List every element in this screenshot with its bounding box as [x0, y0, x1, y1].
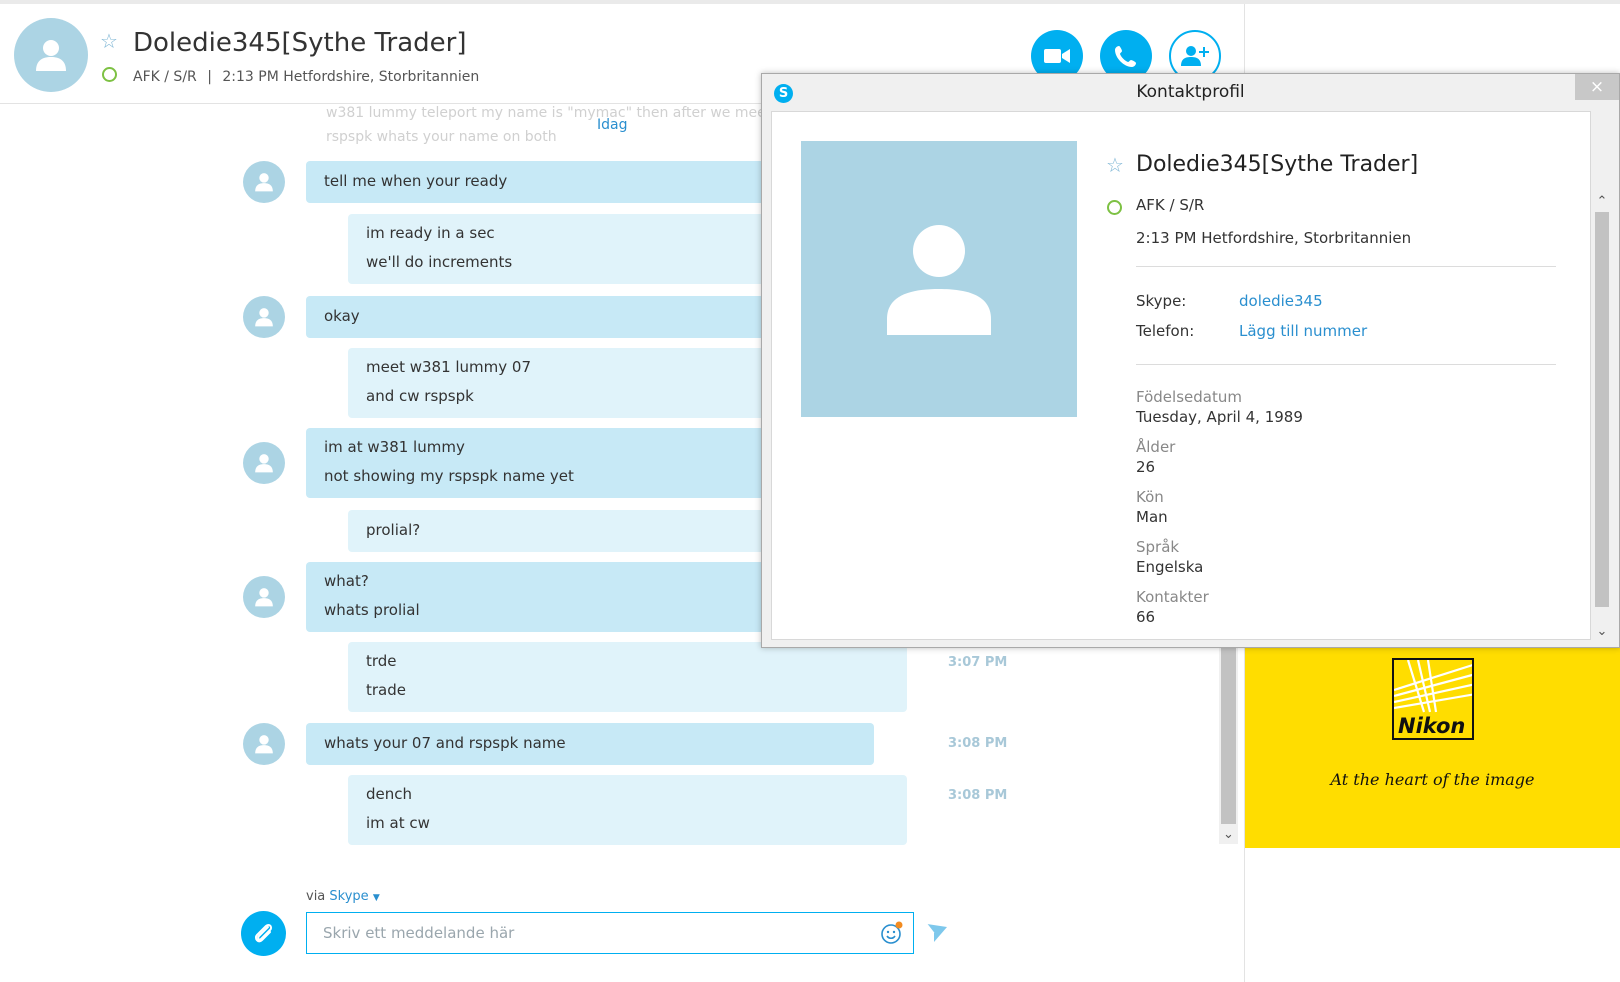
- skype-id-link[interactable]: doledie345: [1239, 292, 1323, 310]
- status-available-icon: [1107, 200, 1122, 215]
- person-icon: [887, 225, 991, 335]
- contact-profile-dialog: S Kontaktprofil × ☆ Doledie345[Sythe Tra…: [761, 73, 1620, 648]
- person-icon: [255, 735, 273, 754]
- via-label: via: [306, 889, 326, 904]
- message-text: im at cw: [366, 814, 430, 832]
- message-text: dench: [366, 785, 413, 803]
- scroll-down-icon[interactable]: ⌄: [1592, 622, 1612, 642]
- detail-value: Tuesday, April 4, 1989: [1136, 408, 1303, 426]
- person-icon: [255, 308, 273, 327]
- profile-scrollbar-thumb[interactable]: [1595, 212, 1609, 607]
- send-icon[interactable]: [926, 923, 948, 943]
- status-available-icon: [102, 67, 117, 82]
- incoming-message-bubble[interactable]: whats your 07 and rspspk name: [306, 723, 874, 765]
- profile-photo: [801, 141, 1077, 417]
- profile-name: Doledie345[Sythe Trader]: [1136, 152, 1419, 177]
- favorite-star-icon[interactable]: ☆: [1106, 155, 1124, 175]
- detail-label: Ålder: [1136, 438, 1176, 456]
- detail-value: 66: [1136, 608, 1156, 626]
- message-text: trade: [366, 681, 406, 699]
- profile-content: ☆ Doledie345[Sythe Trader] AFK / S/R 2:1…: [771, 111, 1591, 640]
- detail-label: Kön: [1136, 488, 1164, 506]
- message-text: whats your 07 and rspspk name: [324, 733, 566, 752]
- person-icon: [255, 173, 273, 192]
- via-service-selector[interactable]: via Skype ▼: [306, 889, 380, 904]
- divider: [1136, 266, 1556, 267]
- detail-label: Språk: [1136, 538, 1180, 556]
- message-text: okay: [324, 306, 360, 325]
- message-text: what?: [324, 572, 369, 590]
- person-icon: [255, 588, 273, 607]
- advertisement-banner[interactable]: Nikon At the heart of the image: [1245, 648, 1620, 848]
- phone-icon: [1115, 46, 1136, 67]
- ad-tagline: At the heart of the image: [1330, 770, 1535, 789]
- detail-value: Engelska: [1136, 558, 1204, 576]
- paperclip-icon: [254, 923, 272, 942]
- detail-value: 26: [1136, 458, 1156, 476]
- faded-message-line: w381 lummy teleport my name is "mymac" t…: [326, 105, 772, 121]
- date-divider: Idag: [597, 117, 628, 133]
- status-text: AFK / S/R: [133, 69, 197, 85]
- divider: [1136, 364, 1556, 365]
- outgoing-message-bubble[interactable]: dench im at cw: [348, 775, 907, 845]
- sender-avatar[interactable]: [243, 442, 285, 484]
- message-timestamp: 3:08 PM: [948, 788, 1008, 803]
- skype-label: Skype:: [1136, 292, 1187, 310]
- message-text: and cw rspspk: [366, 387, 474, 405]
- emoticon-icon[interactable]: [880, 921, 904, 945]
- message-text: trde: [366, 652, 397, 670]
- close-icon[interactable]: ×: [1575, 74, 1619, 100]
- message-text: im ready in a sec: [366, 224, 495, 242]
- message-text: whats prolial: [324, 601, 420, 619]
- caret-down-icon[interactable]: ▼: [373, 893, 380, 903]
- dialog-title: Kontaktprofil: [1136, 82, 1245, 102]
- phone-label: Telefon:: [1136, 322, 1195, 340]
- sender-avatar[interactable]: [243, 723, 285, 765]
- faded-message-line: rspspk whats your name on both: [326, 129, 557, 145]
- message-timestamp: 3:08 PM: [948, 736, 1008, 751]
- detail-label: Födelsedatum: [1136, 388, 1242, 406]
- message-text: we'll do increments: [366, 253, 513, 271]
- add-phone-link[interactable]: Lägg till nummer: [1239, 322, 1367, 340]
- profile-local-time: 2:13 PM Hetfordshire, Storbritannien: [1136, 229, 1412, 247]
- local-time-location: 2:13 PM Hetfordshire, Storbritannien: [222, 69, 480, 85]
- message-text: tell me when your ready: [324, 171, 508, 190]
- attach-button[interactable]: [241, 911, 286, 956]
- via-service[interactable]: Skype: [329, 889, 368, 904]
- profile-scrollbar[interactable]: ⌃ ⌄: [1592, 192, 1612, 642]
- message-input[interactable]: [306, 912, 914, 954]
- message-text: im at w381 lummy: [324, 438, 465, 456]
- outgoing-message-bubble[interactable]: trde trade: [348, 642, 907, 712]
- scroll-up-icon[interactable]: ⌃: [1592, 192, 1612, 212]
- contact-status-line: AFK / S/R | 2:13 PM Hetfordshire, Storbr…: [133, 69, 479, 85]
- dialog-titlebar[interactable]: S Kontaktprofil ×: [762, 74, 1619, 110]
- favorite-star-icon[interactable]: ☆: [100, 31, 118, 51]
- contact-avatar[interactable]: [14, 18, 88, 92]
- person-icon: [36, 40, 66, 71]
- sender-avatar[interactable]: [243, 576, 285, 618]
- status-separator: |: [207, 69, 212, 85]
- detail-value: Man: [1136, 508, 1168, 526]
- sender-avatar[interactable]: [243, 161, 285, 203]
- detail-label: Kontakter: [1136, 588, 1209, 606]
- add-person-icon: [1181, 46, 1209, 66]
- chat-scrollbar-thumb[interactable]: [1221, 648, 1236, 824]
- message-text: meet w381 lummy 07: [366, 358, 532, 376]
- video-camera-icon: [1044, 49, 1070, 63]
- message-timestamp: 3:07 PM: [948, 655, 1008, 670]
- chat-scrollbar[interactable]: ⌄: [1219, 648, 1238, 844]
- scroll-down-icon[interactable]: ⌄: [1219, 826, 1238, 844]
- skype-window: ☆ Doledie345[Sythe Trader] AFK / S/R | 2…: [0, 0, 1620, 982]
- nikon-logo: Nikon: [1392, 658, 1474, 740]
- message-text: prolial?: [366, 520, 421, 539]
- contact-name: Doledie345[Sythe Trader]: [133, 28, 467, 58]
- person-icon: [255, 454, 273, 473]
- message-text: not showing my rspspk name yet: [324, 467, 574, 485]
- sender-avatar[interactable]: [243, 296, 285, 338]
- profile-status: AFK / S/R: [1136, 196, 1205, 214]
- ad-brand: Nikon: [1398, 714, 1466, 738]
